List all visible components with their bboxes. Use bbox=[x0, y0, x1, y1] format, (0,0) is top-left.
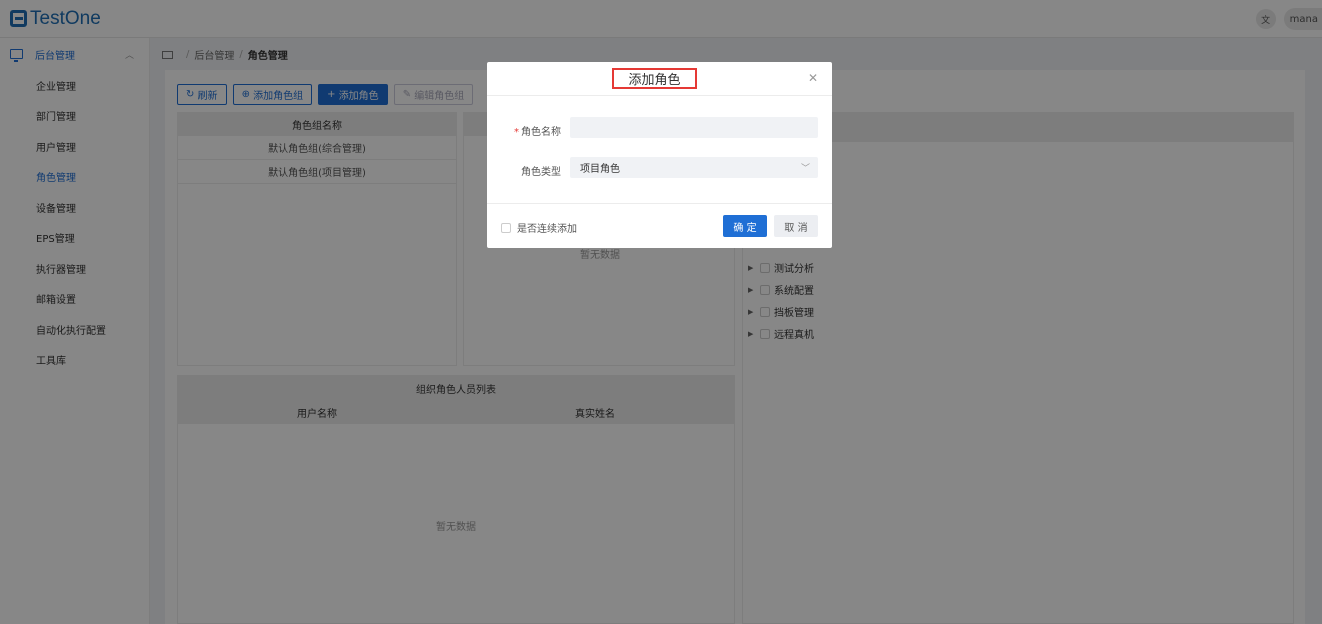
continuous-add-checkbox[interactable]: 是否连续添加 bbox=[501, 220, 577, 235]
role-name-label: * 角色名称 bbox=[514, 127, 561, 138]
modal-title: 添加角色 bbox=[612, 68, 697, 89]
role-type-select[interactable]: 项目角色 ﹀ bbox=[570, 157, 818, 178]
role-name-input[interactable] bbox=[570, 117, 818, 138]
chevron-down-icon: ﹀ bbox=[800, 164, 810, 174]
role-type-label: 角色类型 bbox=[521, 167, 561, 178]
checkbox[interactable] bbox=[501, 222, 511, 233]
close-icon[interactable]: ✕ bbox=[808, 71, 818, 85]
modal-divider bbox=[487, 203, 832, 204]
cancel-button[interactable]: 取 消 bbox=[774, 215, 818, 237]
modal-divider bbox=[487, 95, 832, 96]
add-role-modal: 添加角色 ✕ * 角色名称 角色类型 项目角色 ﹀ 是否连续添加 确 定 取 消 bbox=[487, 62, 832, 248]
confirm-button[interactable]: 确 定 bbox=[723, 215, 767, 237]
